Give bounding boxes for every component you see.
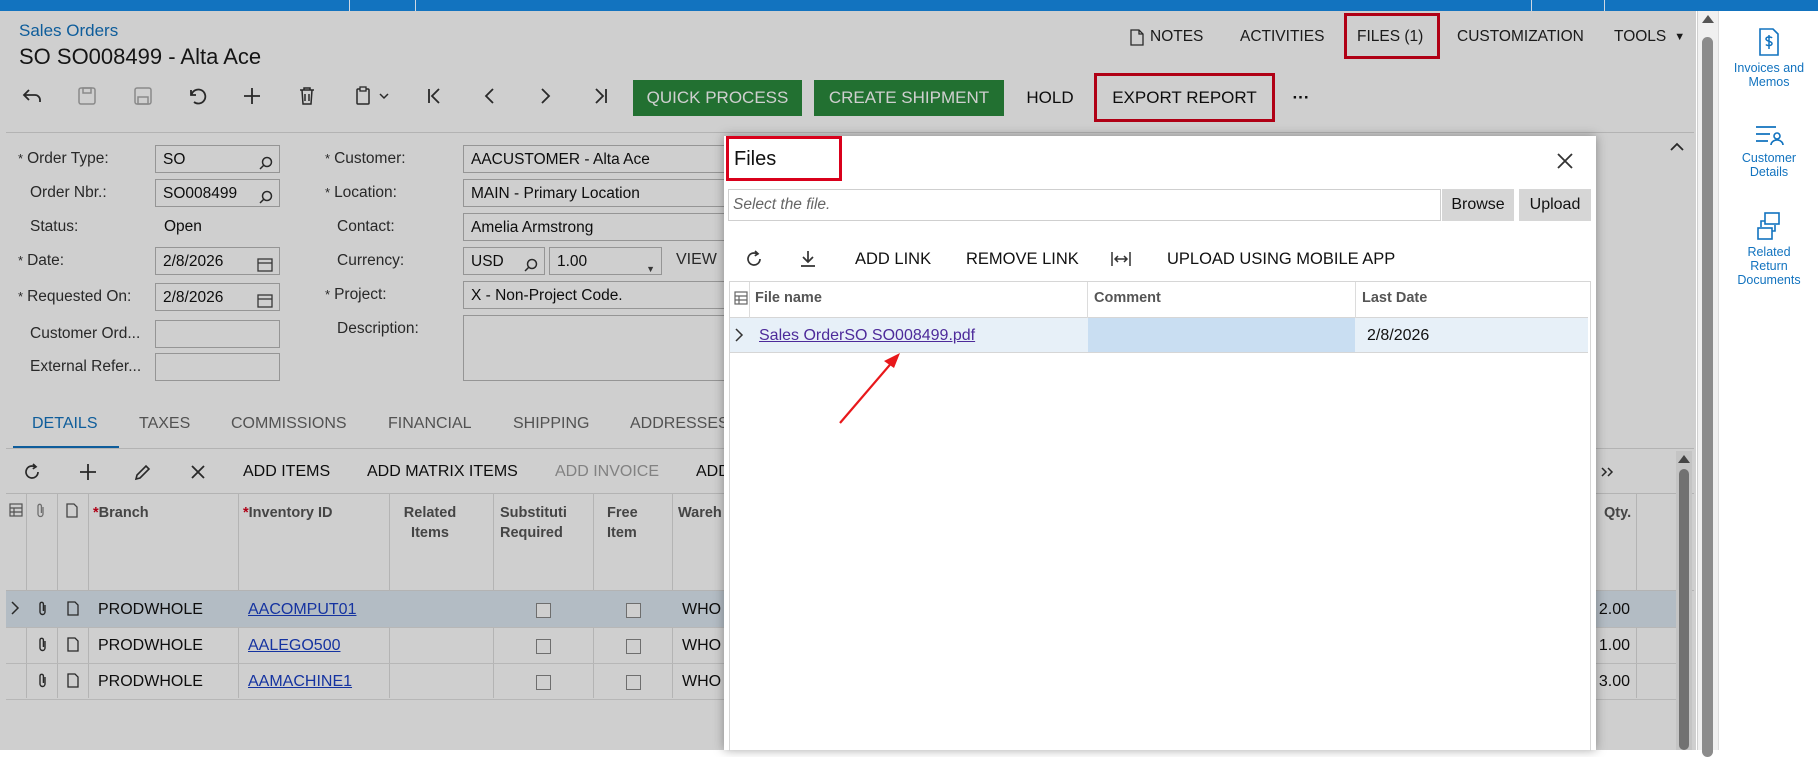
download-icon[interactable]: [798, 245, 818, 273]
row-expand-chevron-icon[interactable]: [735, 328, 744, 347]
invoices-memos-link[interactable]: Invoices and Memos: [1719, 27, 1818, 89]
files-dialog: Files Select the file. Browse Upload ADD…: [724, 136, 1596, 751]
refresh-icon[interactable]: [744, 245, 764, 273]
page-scrollbar-thumb[interactable]: [1702, 37, 1713, 757]
customer-details-label: Details: [1749, 165, 1789, 179]
top-bar-divider: [1604, 0, 1605, 11]
invoice-icon: [1759, 28, 1779, 56]
comment-cell[interactable]: [1088, 318, 1355, 352]
related-return-documents-label: Return: [1750, 259, 1788, 273]
top-bar-divider: [415, 0, 416, 11]
top-app-bar: [0, 0, 1818, 11]
customer-details-link[interactable]: Customer Details: [1719, 123, 1818, 179]
customer-details-icon: [1756, 126, 1784, 146]
right-side-panel: Invoices and Memos Customer Details Rela…: [1718, 11, 1818, 750]
related-return-documents-link[interactable]: Related Return Documents: [1719, 211, 1818, 287]
grid-settings-icon[interactable]: [734, 291, 748, 310]
top-bar-divider: [349, 0, 350, 11]
upload-mobile-button[interactable]: UPLOAD USING MOBILE APP: [1167, 245, 1395, 273]
upload-button[interactable]: Upload: [1519, 189, 1591, 221]
file-select-input[interactable]: Select the file.: [728, 189, 1441, 221]
top-bar-divider: [1531, 0, 1532, 11]
file-name-link[interactable]: Sales OrderSO SO008499.pdf: [759, 327, 975, 345]
browse-button[interactable]: Browse: [1442, 189, 1514, 221]
close-icon[interactable]: [1556, 146, 1574, 177]
last-date-cell[interactable]: 2/8/2026: [1367, 327, 1429, 345]
dialog-title: Files: [734, 148, 777, 170]
remove-link-button[interactable]: REMOVE LINK: [966, 245, 1079, 273]
column-last-date[interactable]: Last Date: [1362, 290, 1427, 306]
scroll-up-arrow-icon[interactable]: [1702, 15, 1714, 23]
invoices-memos-label: Memos: [1748, 75, 1790, 89]
invoices-memos-label: Invoices and: [1733, 61, 1805, 75]
page-scrollbar[interactable]: [1697, 11, 1718, 757]
related-return-documents-label: Related: [1747, 245, 1791, 259]
column-file-name[interactable]: File name: [755, 290, 822, 306]
fit-columns-icon[interactable]: [1110, 245, 1132, 273]
related-documents-icon: [1757, 212, 1780, 240]
annotation-arrow-icon: [839, 353, 900, 424]
add-link-button[interactable]: ADD LINK: [855, 245, 931, 273]
column-comment[interactable]: Comment: [1094, 290, 1161, 306]
related-return-documents-label: Documents: [1737, 273, 1801, 287]
customer-details-label: Customer: [1741, 151, 1797, 165]
